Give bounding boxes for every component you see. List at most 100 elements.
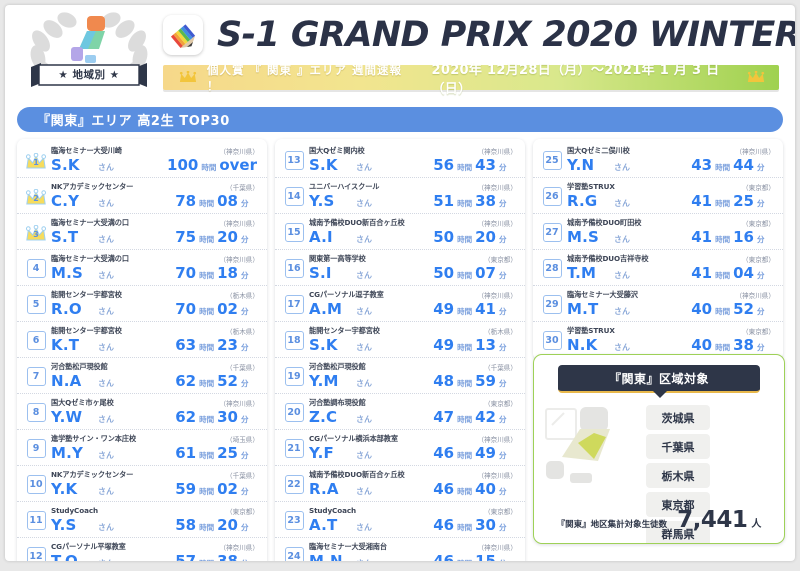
ranking-row[interactable]: 4 臨海セミナー大受溝の口 （神奈川県） M.S さん 70 時間 18 分 — [17, 249, 267, 285]
row-school-name: 国大Qゼミ二俣川校 — [567, 146, 630, 155]
ranking-row[interactable]: 20 河合塾調布現役館 （東京都） Z.C さん 47 時間 42 分 — [275, 393, 525, 429]
row-minutes-unit: 分 — [499, 307, 507, 316]
row-school-name: 臨海セミナー大受湘南台 — [309, 542, 387, 551]
row-score: M.S さん 41 時間 16 分 — [567, 228, 777, 246]
row-hours-unit: 時間 — [715, 199, 731, 208]
rank-cell: 6 — [21, 324, 51, 350]
ranking-row[interactable]: 18 能開センター宇都宮校 （栃木県） S.K さん 49 時間 13 分 — [275, 321, 525, 357]
row-hours: 43 — [691, 156, 713, 174]
ranking-row[interactable]: 24 臨海セミナー大受湘南台 （神奈川県） M.N さん 46時間15分 — [275, 537, 525, 561]
row-minutes: 44 — [733, 156, 754, 174]
ranking-row[interactable]: 29 臨海セミナー大受藤沢 （神奈川県） M.T さん 40 時間 52 分 — [533, 285, 783, 321]
rank-cell: 29 — [537, 288, 567, 314]
row-minutes: 49 — [475, 444, 496, 462]
row-minutes-unit: 分 — [757, 307, 765, 316]
row-time: 50 時間 07 分 — [433, 264, 519, 282]
ranking-row[interactable]: 12 CGパーソナル平塚教室 （神奈川県） T.O さん 57時間38分 — [17, 537, 267, 561]
row-time: 78 時間 08 分 — [175, 192, 261, 210]
ranking-row[interactable]: 13 国大Qゼミ関内校 （神奈川県） S.K さん 56 時間 43 分 — [275, 142, 525, 177]
row-score: M.Y さん 61 時間 25 分 — [51, 444, 261, 462]
ranking-row[interactable]: 25 国大Qゼミ二俣川校 （神奈川県） Y.N さん 43 時間 44 分 — [533, 142, 783, 177]
row-time: 75 時間 20 分 — [175, 228, 261, 246]
crown-rank-icon: 3 — [24, 223, 48, 245]
row-score: N.A さん 62 時間 52 分 — [51, 372, 261, 390]
row-minutes-unit: 分 — [241, 343, 249, 352]
row-score: T.M さん 41 時間 04 分 — [567, 264, 777, 282]
ranking-row[interactable]: 21 CGパーソナル横浜本部教室 （神奈川県） Y.F さん 46 時間 49 分 — [275, 429, 525, 465]
row-hours-unit: 時間 — [457, 271, 473, 280]
row-school-name: NKアカデミックセンター — [51, 470, 134, 479]
row-prefecture: （神奈川県） — [477, 544, 517, 552]
row-school-name: 臨海セミナー大受溝の口 — [51, 218, 129, 227]
row-prefecture: （神奈川県） — [219, 544, 259, 552]
row-prefecture: （千葉県） — [226, 364, 259, 372]
row-prefecture: （神奈川県） — [219, 220, 259, 228]
row-time: 48 時間 59 分 — [433, 372, 519, 390]
row-honorific: さん — [98, 271, 114, 280]
rank-badge: 9 — [26, 439, 46, 458]
ranking-row[interactable]: 23 StudyCoach （東京都） A.T さん 46 時間 30 分 — [275, 501, 525, 537]
row-honorific: さん — [98, 379, 114, 388]
ranking-row[interactable]: 22 城南予備校DUO新百合ヶ丘校 （神奈川県） R.A さん 46 時間 40 分 — [275, 465, 525, 501]
prefecture-chip: 茨城県 — [646, 405, 710, 430]
rank-cell: 12 — [21, 540, 51, 561]
ranking-row[interactable]: 17 CGパーソナル逗子教室 （神奈川県） A.M さん 49 時間 41 分 — [275, 285, 525, 321]
row-minutes: 30 — [217, 408, 238, 426]
row-prefecture: （神奈川県） — [477, 292, 517, 300]
rank-cell: 30 — [537, 324, 567, 350]
ranking-row[interactable]: 3 臨海セミナー大受溝の口 （神奈川県） S.T さん 75 時間 20 分 — [17, 213, 267, 249]
ranking-row[interactable]: 26 学習塾STRUX （東京都） R.G さん 41 時間 25 分 — [533, 177, 783, 213]
row-honorific: さん — [614, 163, 630, 172]
ranking-row[interactable]: 14 ユニバーハイスクール （神奈川県） Y.S さん 51 時間 38 分 — [275, 177, 525, 213]
row-hours-unit: 時間 — [199, 199, 215, 208]
row-body: CGパーソナル逗子教室 （神奈川県） A.M さん 49 時間 41 分 — [309, 288, 519, 318]
row-minutes-unit: 分 — [241, 307, 249, 316]
ranking-row[interactable]: 15 城南予備校DUO新百合ヶ丘校 （神奈川県） A.I さん 50 時間 20 分 — [275, 213, 525, 249]
row-school-name: 関東第一高等学校 — [309, 254, 366, 263]
row-hours: 41 — [691, 264, 713, 282]
ranking-row[interactable]: 16 関東第一高等学校 （東京都） S.I さん 50 時間 07 分 — [275, 249, 525, 285]
ranking-row[interactable]: 5 能開センター宇都宮校 （栃木県） R.O さん 70 時間 02 分 — [17, 285, 267, 321]
ranking-row[interactable]: 9 進学塾サイン・ワン本庄校 （埼玉県） M.Y さん 61 時間 25 分 — [17, 429, 267, 465]
rank-cell: 1 — [21, 144, 51, 173]
row-hours-unit: 時間 — [457, 415, 473, 424]
row-hours: 41 — [691, 228, 713, 246]
row-hours: 40 — [691, 300, 713, 318]
row-prefecture: （東京都） — [742, 184, 775, 192]
row-minutes: 16 — [733, 228, 754, 246]
rank-cell: 26 — [537, 180, 567, 206]
row-student-name: Z.C — [309, 408, 338, 426]
ranking-row[interactable]: 2 NKアカデミックセンター （千葉県） C.Y さん 78 時間 08 分 — [17, 177, 267, 213]
row-minutes: 38 — [733, 336, 754, 354]
banner-date-range: 2020年 12月28日（月）〜2021年 1 月 3 日（日） — [431, 62, 720, 97]
ranking-row[interactable]: 1 臨海セミナー大受川崎 （神奈川県） S.K さん 100 時間 over — [17, 142, 267, 177]
row-hours-unit: 時間 — [457, 163, 473, 172]
row-honorific: さん — [98, 235, 114, 244]
row-time: 41 時間 16 分 — [691, 228, 777, 246]
ranking-row[interactable]: 28 城南予備校DUO吉祥寺校 （東京都） T.M さん 41 時間 04 分 — [533, 249, 783, 285]
rank-cell: 14 — [279, 180, 309, 206]
row-time: 49 時間 13 分 — [433, 336, 519, 354]
row-minutes-unit: 分 — [757, 163, 765, 172]
ranking-row[interactable]: 6 能開センター宇都宮校 （栃木県） K.T さん 63 時間 23 分 — [17, 321, 267, 357]
row-hours-unit: 時間 — [201, 163, 217, 172]
row-school-name: 臨海セミナー大受藤沢 — [567, 290, 638, 299]
rank-badge: 10 — [26, 475, 46, 494]
row-hours-unit: 時間 — [457, 343, 473, 352]
ranking-card-2: 13 国大Qゼミ関内校 （神奈川県） S.K さん 56 時間 43 分 14 ユニバーハイスクール… — [275, 139, 525, 561]
ranking-row[interactable]: 11 StudyCoach （東京都） Y.S さん 58 時間 20 分 — [17, 501, 267, 537]
row-time: 43 時間 44 分 — [691, 156, 777, 174]
row-time: 62 時間 30 分 — [175, 408, 261, 426]
ranking-row[interactable]: 8 国大Qゼミ市ヶ尾校 （神奈川県） Y.W さん 62 時間 30 分 — [17, 393, 267, 429]
row-minutes-unit: 分 — [499, 415, 507, 424]
row-time: 58 時間 20 分 — [175, 516, 261, 534]
ranking-row[interactable]: 27 城南予備校DUO町田校 （東京都） M.S さん 41 時間 16 分 — [533, 213, 783, 249]
ranking-row[interactable]: 10 NKアカデミックセンター （千葉県） Y.K さん 59 時間 02 分 — [17, 465, 267, 501]
row-student-name: Y.S — [309, 192, 335, 210]
ranking-row[interactable]: 19 河合塾松戸現役館 （千葉県） Y.M さん 48 時間 59 分 — [275, 357, 525, 393]
ranking-row[interactable]: 7 河合塾松戸現役館 （千葉県） N.A さん 62 時間 52 分 — [17, 357, 267, 393]
row-time: 49 時間 41 分 — [433, 300, 519, 318]
row-school-name: 国大Qゼミ関内校 — [309, 146, 365, 155]
row-minutes: 38 — [217, 552, 238, 561]
ranking-row[interactable]: 30 学習塾STRUX （東京都） N.K さん 40 時間 38 分 — [533, 321, 783, 357]
